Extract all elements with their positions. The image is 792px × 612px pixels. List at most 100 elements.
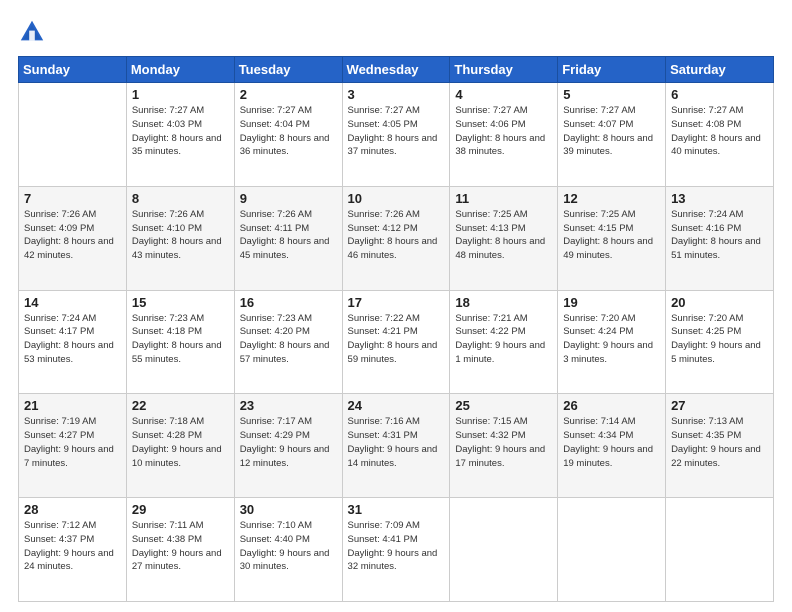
day-number: 22 bbox=[132, 398, 229, 413]
calendar-cell bbox=[450, 498, 558, 602]
day-info: Sunrise: 7:23 AMSunset: 4:18 PMDaylight:… bbox=[132, 312, 229, 367]
day-info: Sunrise: 7:19 AMSunset: 4:27 PMDaylight:… bbox=[24, 415, 121, 470]
day-number: 8 bbox=[132, 191, 229, 206]
day-number: 21 bbox=[24, 398, 121, 413]
calendar-cell: 22 Sunrise: 7:18 AMSunset: 4:28 PMDayligh… bbox=[126, 394, 234, 498]
calendar-cell: 8 Sunrise: 7:26 AMSunset: 4:10 PMDaylight… bbox=[126, 186, 234, 290]
day-number: 18 bbox=[455, 295, 552, 310]
day-number: 19 bbox=[563, 295, 660, 310]
page: SundayMondayTuesdayWednesdayThursdayFrid… bbox=[0, 0, 792, 612]
day-number: 16 bbox=[240, 295, 337, 310]
day-number: 10 bbox=[348, 191, 445, 206]
calendar-cell bbox=[19, 83, 127, 187]
logo bbox=[18, 18, 50, 46]
day-info: Sunrise: 7:22 AMSunset: 4:21 PMDaylight:… bbox=[348, 312, 445, 367]
day-info: Sunrise: 7:27 AMSunset: 4:04 PMDaylight:… bbox=[240, 104, 337, 159]
day-info: Sunrise: 7:23 AMSunset: 4:20 PMDaylight:… bbox=[240, 312, 337, 367]
logo-icon bbox=[18, 18, 46, 46]
day-number: 7 bbox=[24, 191, 121, 206]
calendar-cell: 27 Sunrise: 7:13 AMSunset: 4:35 PMDayligh… bbox=[666, 394, 774, 498]
day-info: Sunrise: 7:20 AMSunset: 4:25 PMDaylight:… bbox=[671, 312, 768, 367]
day-info: Sunrise: 7:24 AMSunset: 4:17 PMDaylight:… bbox=[24, 312, 121, 367]
day-info: Sunrise: 7:25 AMSunset: 4:13 PMDaylight:… bbox=[455, 208, 552, 263]
calendar-cell: 30Sunrise: 7:10 AMSunset: 4:40 PMDayligh… bbox=[234, 498, 342, 602]
calendar-cell: 29 Sunrise: 7:11 AMSunset: 4:38 PMDayligh… bbox=[126, 498, 234, 602]
day-number: 31 bbox=[348, 502, 445, 517]
day-number: 28 bbox=[24, 502, 121, 517]
calendar-cell: 3Sunrise: 7:27 AMSunset: 4:05 PMDaylight… bbox=[342, 83, 450, 187]
calendar-cell bbox=[558, 498, 666, 602]
calendar-table: SundayMondayTuesdayWednesdayThursdayFrid… bbox=[18, 56, 774, 602]
day-number: 20 bbox=[671, 295, 768, 310]
calendar-cell: 20 Sunrise: 7:20 AMSunset: 4:25 PMDayligh… bbox=[666, 290, 774, 394]
day-info: Sunrise: 7:26 AMSunset: 4:11 PMDaylight:… bbox=[240, 208, 337, 263]
calendar-cell: 16 Sunrise: 7:23 AMSunset: 4:20 PMDayligh… bbox=[234, 290, 342, 394]
calendar-cell: 13 Sunrise: 7:24 AMSunset: 4:16 PMDayligh… bbox=[666, 186, 774, 290]
calendar-cell: 25Sunrise: 7:15 AMSunset: 4:32 PMDayligh… bbox=[450, 394, 558, 498]
day-number: 9 bbox=[240, 191, 337, 206]
calendar-cell bbox=[666, 498, 774, 602]
calendar-header-sunday: Sunday bbox=[19, 57, 127, 83]
day-number: 5 bbox=[563, 87, 660, 102]
calendar-cell: 1 Sunrise: 7:27 AMSunset: 4:03 PMDaylight… bbox=[126, 83, 234, 187]
day-info: Sunrise: 7:21 AMSunset: 4:22 PMDaylight:… bbox=[455, 312, 552, 367]
day-number: 11 bbox=[455, 191, 552, 206]
calendar-week-row: 28 Sunrise: 7:12 AMSunset: 4:37 PMDayligh… bbox=[19, 498, 774, 602]
calendar-week-row: 21 Sunrise: 7:19 AMSunset: 4:27 PMDayligh… bbox=[19, 394, 774, 498]
day-number: 24 bbox=[348, 398, 445, 413]
day-number: 4 bbox=[455, 87, 552, 102]
calendar-cell: 7 Sunrise: 7:26 AMSunset: 4:09 PMDaylight… bbox=[19, 186, 127, 290]
day-number: 6 bbox=[671, 87, 768, 102]
day-info: Sunrise: 7:09 AMSunset: 4:41 PMDaylight:… bbox=[348, 519, 445, 574]
calendar-header-wednesday: Wednesday bbox=[342, 57, 450, 83]
day-info: Sunrise: 7:26 AMSunset: 4:09 PMDaylight:… bbox=[24, 208, 121, 263]
day-info: Sunrise: 7:20 AMSunset: 4:24 PMDaylight:… bbox=[563, 312, 660, 367]
day-info: Sunrise: 7:25 AMSunset: 4:15 PMDaylight:… bbox=[563, 208, 660, 263]
day-info: Sunrise: 7:18 AMSunset: 4:28 PMDaylight:… bbox=[132, 415, 229, 470]
day-number: 29 bbox=[132, 502, 229, 517]
day-info: Sunrise: 7:12 AMSunset: 4:37 PMDaylight:… bbox=[24, 519, 121, 574]
calendar-cell: 2 Sunrise: 7:27 AMSunset: 4:04 PMDaylight… bbox=[234, 83, 342, 187]
calendar-cell: 6 Sunrise: 7:27 AMSunset: 4:08 PMDaylight… bbox=[666, 83, 774, 187]
day-info: Sunrise: 7:17 AMSunset: 4:29 PMDaylight:… bbox=[240, 415, 337, 470]
day-info: Sunrise: 7:27 AMSunset: 4:08 PMDaylight:… bbox=[671, 104, 768, 159]
day-number: 23 bbox=[240, 398, 337, 413]
calendar-week-row: 1 Sunrise: 7:27 AMSunset: 4:03 PMDaylight… bbox=[19, 83, 774, 187]
calendar-cell: 9 Sunrise: 7:26 AMSunset: 4:11 PMDaylight… bbox=[234, 186, 342, 290]
day-number: 13 bbox=[671, 191, 768, 206]
calendar-cell: 18 Sunrise: 7:21 AMSunset: 4:22 PMDayligh… bbox=[450, 290, 558, 394]
day-info: Sunrise: 7:27 AMSunset: 4:05 PMDaylight:… bbox=[348, 104, 445, 159]
day-info: Sunrise: 7:14 AMSunset: 4:34 PMDaylight:… bbox=[563, 415, 660, 470]
calendar-header-row: SundayMondayTuesdayWednesdayThursdayFrid… bbox=[19, 57, 774, 83]
calendar-header-saturday: Saturday bbox=[666, 57, 774, 83]
calendar-cell: 21 Sunrise: 7:19 AMSunset: 4:27 PMDayligh… bbox=[19, 394, 127, 498]
calendar-cell: 24 Sunrise: 7:16 AMSunset: 4:31 PMDayligh… bbox=[342, 394, 450, 498]
day-info: Sunrise: 7:16 AMSunset: 4:31 PMDaylight:… bbox=[348, 415, 445, 470]
day-info: Sunrise: 7:13 AMSunset: 4:35 PMDaylight:… bbox=[671, 415, 768, 470]
day-info: Sunrise: 7:11 AMSunset: 4:38 PMDaylight:… bbox=[132, 519, 229, 574]
day-number: 14 bbox=[24, 295, 121, 310]
day-info: Sunrise: 7:24 AMSunset: 4:16 PMDaylight:… bbox=[671, 208, 768, 263]
calendar-header-friday: Friday bbox=[558, 57, 666, 83]
day-number: 2 bbox=[240, 87, 337, 102]
day-number: 15 bbox=[132, 295, 229, 310]
day-number: 12 bbox=[563, 191, 660, 206]
day-info: Sunrise: 7:26 AMSunset: 4:10 PMDaylight:… bbox=[132, 208, 229, 263]
day-number: 1 bbox=[132, 87, 229, 102]
calendar-cell: 26Sunrise: 7:14 AMSunset: 4:34 PMDayligh… bbox=[558, 394, 666, 498]
calendar-cell: 4 Sunrise: 7:27 AMSunset: 4:06 PMDaylight… bbox=[450, 83, 558, 187]
calendar-cell: 28 Sunrise: 7:12 AMSunset: 4:37 PMDayligh… bbox=[19, 498, 127, 602]
day-number: 27 bbox=[671, 398, 768, 413]
day-info: Sunrise: 7:27 AMSunset: 4:06 PMDaylight:… bbox=[455, 104, 552, 159]
calendar-week-row: 14 Sunrise: 7:24 AMSunset: 4:17 PMDayligh… bbox=[19, 290, 774, 394]
calendar-header-thursday: Thursday bbox=[450, 57, 558, 83]
day-info: Sunrise: 7:26 AMSunset: 4:12 PMDaylight:… bbox=[348, 208, 445, 263]
day-info: Sunrise: 7:27 AMSunset: 4:03 PMDaylight:… bbox=[132, 104, 229, 159]
day-number: 17 bbox=[348, 295, 445, 310]
calendar-cell: 19 Sunrise: 7:20 AMSunset: 4:24 PMDayligh… bbox=[558, 290, 666, 394]
day-number: 25 bbox=[455, 398, 552, 413]
calendar-cell: 31 Sunrise: 7:09 AMSunset: 4:41 PMDayligh… bbox=[342, 498, 450, 602]
calendar-cell: 23 Sunrise: 7:17 AMSunset: 4:29 PMDayligh… bbox=[234, 394, 342, 498]
calendar-week-row: 7 Sunrise: 7:26 AMSunset: 4:09 PMDaylight… bbox=[19, 186, 774, 290]
calendar-header-tuesday: Tuesday bbox=[234, 57, 342, 83]
